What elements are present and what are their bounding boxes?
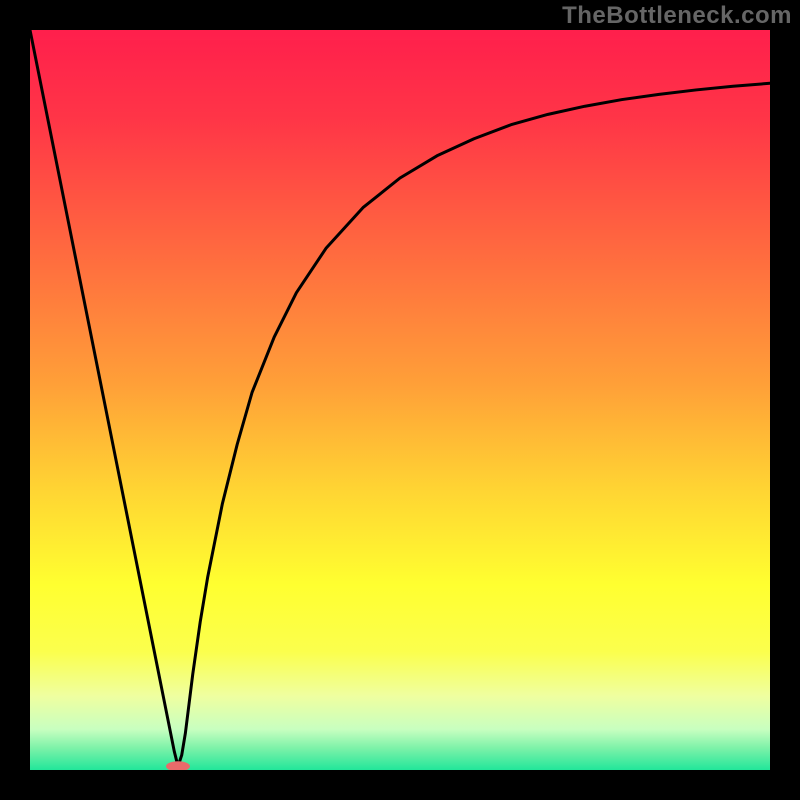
gradient-background [30,30,770,770]
chart-svg [30,30,770,770]
watermark-text: TheBottleneck.com [562,2,792,30]
chart-frame: TheBottleneck.com [0,0,800,800]
plot-area [30,30,770,770]
